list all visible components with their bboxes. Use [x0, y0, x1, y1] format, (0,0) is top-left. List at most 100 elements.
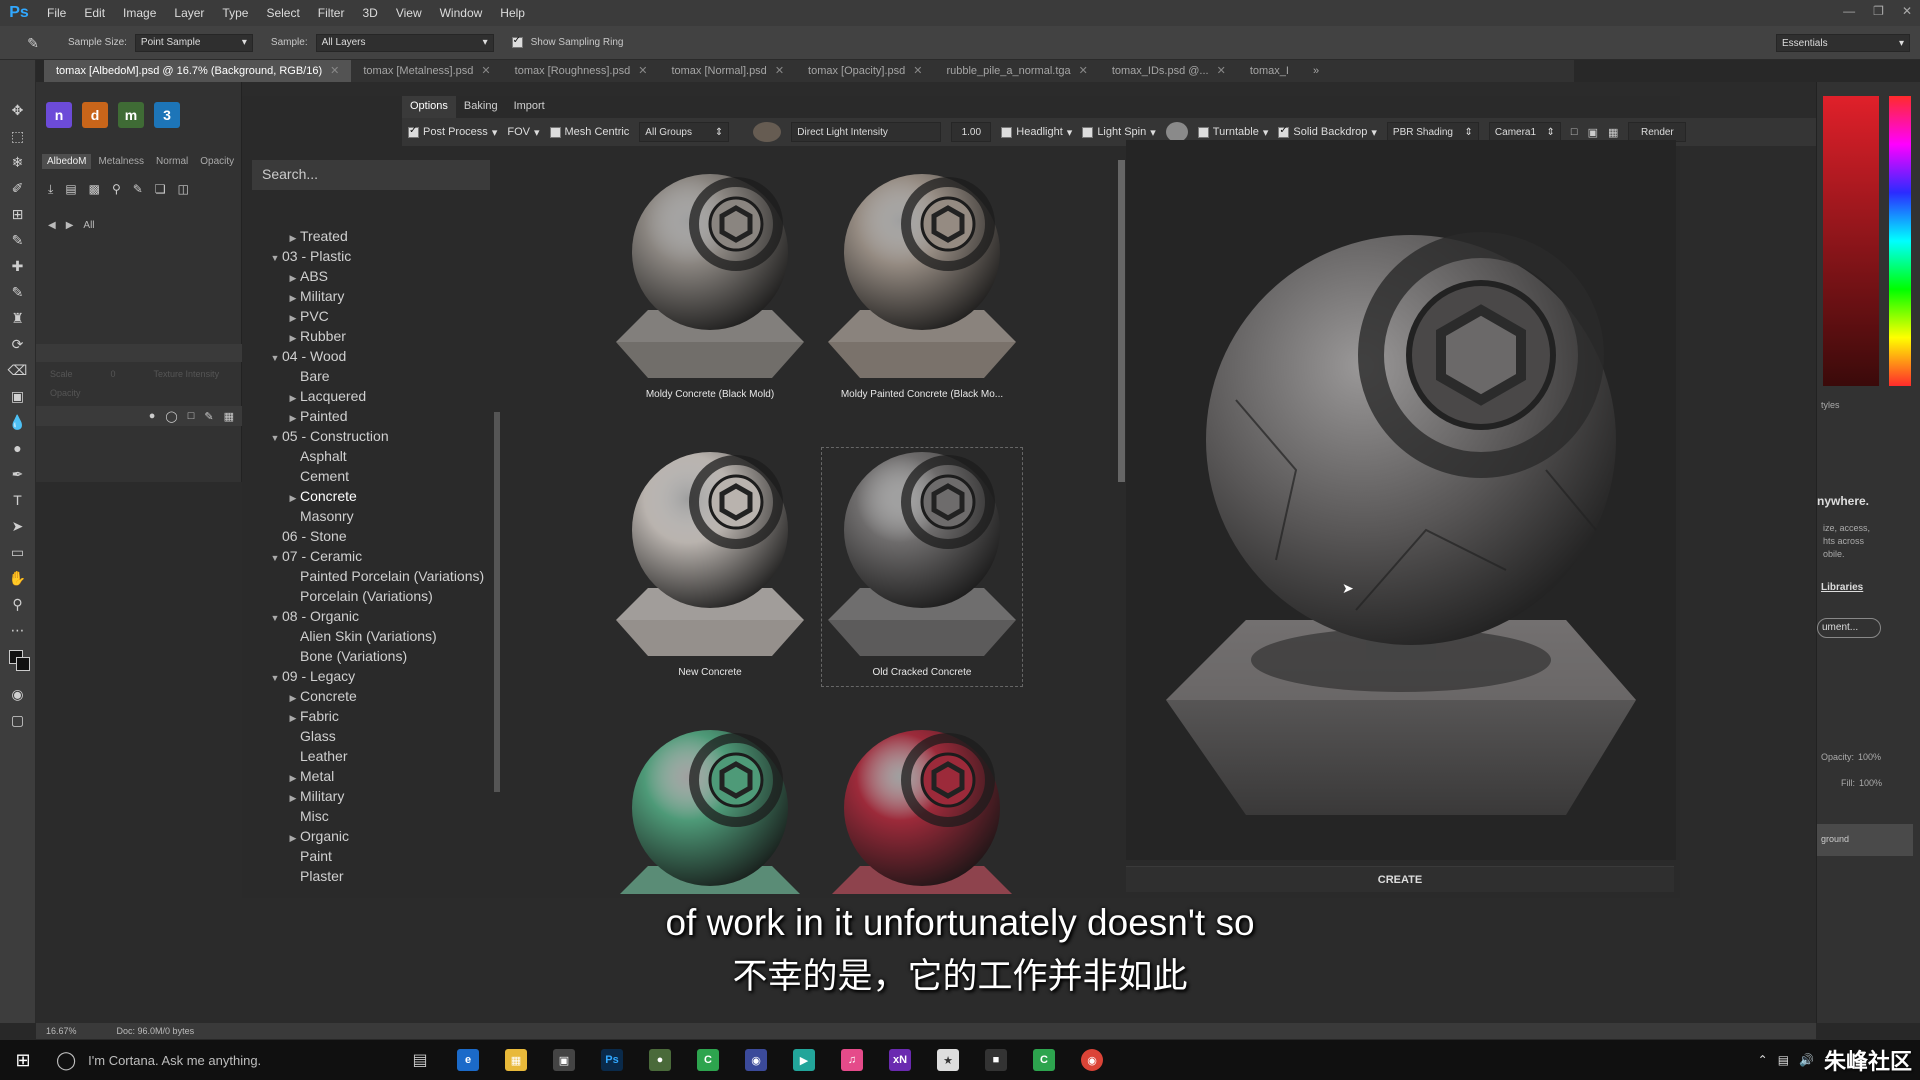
app-icon[interactable]: ▶ — [780, 1040, 828, 1080]
file-icon[interactable]: □ — [188, 410, 195, 422]
caret-right-icon[interactable]: ▶ — [286, 708, 300, 728]
close-icon[interactable]: ✕ — [1217, 65, 1226, 77]
opacity-value[interactable]: 100% — [1858, 752, 1881, 762]
blur-tool-icon[interactable]: 💧 — [7, 412, 29, 432]
tree-item[interactable]: Masonry — [252, 506, 492, 526]
tab-metalness[interactable]: Metalness — [93, 154, 149, 169]
menu-filter[interactable]: Filter — [309, 6, 354, 20]
chrome-icon[interactable]: ◉ — [1068, 1040, 1116, 1080]
3-plugin-icon[interactable]: 3 — [154, 102, 180, 128]
show-sampling-ring-checkbox[interactable] — [511, 35, 523, 48]
caret-right-icon[interactable]: ▶ — [286, 228, 300, 248]
tree-category[interactable]: ▼ 04 - Wood — [252, 346, 492, 366]
tree-category[interactable]: ▼ 05 - Construction — [252, 426, 492, 446]
all-groups-select[interactable]: All Groups ⇕ — [639, 122, 730, 142]
doc-tab[interactable]: tomax [AlbedoM].psd @ 16.7% (Background,… — [44, 60, 352, 82]
color-swatches-icon[interactable] — [7, 646, 30, 678]
headlight-checkbox[interactable] — [1001, 126, 1013, 138]
tab-albedo[interactable]: AlbedoM — [42, 154, 92, 169]
caret-right-icon[interactable]: ▶ — [286, 788, 300, 808]
app-icon[interactable]: ■ — [972, 1040, 1020, 1080]
caret-right-icon[interactable]: ▶ — [286, 768, 300, 788]
camera-select[interactable]: Camera1 ⇕ — [1488, 122, 1561, 142]
zoom-tool-icon[interactable]: ⚲ — [7, 594, 29, 614]
save-icon[interactable]: ▣ — [1588, 126, 1598, 139]
tree-category[interactable]: ▼ 09 - Legacy — [252, 666, 492, 686]
doc-tab[interactable]: tomax [Metalness].psd ✕ — [351, 60, 502, 82]
tree-item[interactable]: Bone (Variations) — [252, 646, 492, 666]
tree-item[interactable]: Leather — [252, 746, 492, 766]
solid-backdrop-checkbox[interactable] — [1278, 125, 1290, 138]
volume-icon[interactable]: 🔊 — [1799, 1053, 1814, 1067]
intensity-input[interactable]: 1.00 — [951, 122, 992, 142]
caret-down-icon[interactable]: ▼ — [268, 668, 282, 688]
color-field[interactable] — [1823, 96, 1879, 386]
tree-item[interactable]: ▶ PVC — [252, 306, 492, 326]
zoom-level[interactable]: 16.67% — [46, 1026, 77, 1036]
search-input[interactable]: Search... — [252, 160, 490, 190]
tree-item[interactable]: Asphalt — [252, 446, 492, 466]
itunes-icon[interactable]: ♫ — [828, 1040, 876, 1080]
caret-right-icon[interactable]: ▶ — [286, 328, 300, 348]
tree-item[interactable]: Paint — [252, 846, 492, 866]
xnview-icon[interactable]: xN — [876, 1040, 924, 1080]
shape-tool-icon[interactable]: ▭ — [7, 542, 29, 562]
mesh-centric-option[interactable]: Mesh Centric — [549, 126, 629, 138]
menu-edit[interactable]: Edit — [75, 6, 114, 20]
brush-tool-icon[interactable]: ✎ — [7, 282, 29, 302]
menu-type[interactable]: Type — [213, 6, 257, 20]
cortana-search[interactable]: ◯ I'm Cortana. Ask me anything. — [46, 1040, 396, 1080]
tree-item[interactable]: Porcelain (Variations) — [252, 586, 492, 606]
material-thumb[interactable]: New Concrete — [610, 448, 810, 686]
app-icon[interactable]: ◉ — [732, 1040, 780, 1080]
turntable-checkbox[interactable] — [1197, 126, 1209, 138]
tree-item[interactable]: Alien Skin (Variations) — [252, 626, 492, 646]
fill-value[interactable]: 100% — [1859, 778, 1882, 788]
tray-chevron-icon[interactable]: ⌃ — [1758, 1053, 1768, 1067]
menu-3d[interactable]: 3D — [353, 6, 386, 20]
move-tool-icon[interactable]: ✥ — [7, 100, 29, 120]
tree-item[interactable]: ▶ Military — [252, 286, 492, 306]
network-icon[interactable]: ▤ — [1778, 1053, 1789, 1067]
tree-category[interactable]: ▼ 03 - Plastic — [252, 246, 492, 266]
healing-brush-icon[interactable]: ✚ — [7, 256, 29, 276]
close-icon[interactable]: ✕ — [638, 65, 647, 77]
menu-image[interactable]: Image — [114, 6, 165, 20]
material-thumb[interactable] — [822, 726, 1022, 894]
crop-tool-icon[interactable]: ⊞ — [7, 204, 29, 224]
solid-backdrop-option[interactable]: Solid Backdrop▾ — [1278, 125, 1377, 139]
sphere-outline-icon[interactable]: ◯ — [165, 410, 177, 423]
tree-item[interactable]: Plaster — [252, 866, 492, 886]
task-view-icon[interactable]: ▤ — [396, 1040, 444, 1080]
close-icon[interactable]: ✕ — [1902, 4, 1912, 18]
create-button[interactable]: CREATE — [1126, 866, 1674, 892]
turntable-option[interactable]: Turntable ▾ — [1197, 126, 1268, 139]
headlight-option[interactable]: Headlight ▾ — [1001, 126, 1072, 139]
tree-item[interactable]: ▶ Fabric — [252, 706, 492, 726]
doc-tab[interactable]: tomax [Roughness].psd ✕ — [503, 60, 660, 82]
material-thumb-selected[interactable]: Old Cracked Concrete — [821, 447, 1023, 687]
mesh-centric-checkbox[interactable] — [549, 126, 561, 138]
tree-item[interactable]: Glass — [252, 726, 492, 746]
more-tabs-icon[interactable]: » — [1301, 60, 1331, 82]
menu-window[interactable]: Window — [431, 6, 492, 20]
tab-import[interactable]: Import — [506, 96, 553, 118]
more-tools-icon[interactable]: ⋯ — [7, 620, 29, 640]
doc-tab[interactable]: tomax_I — [1238, 60, 1301, 82]
caret-right-icon[interactable]: ▶ — [286, 688, 300, 708]
caret-right-icon[interactable]: ▶ — [286, 408, 300, 428]
edge-icon[interactable]: e — [444, 1040, 492, 1080]
tree-item[interactable]: Bare — [252, 366, 492, 386]
caret-down-icon[interactable]: ▼ — [268, 348, 282, 368]
layer-row[interactable]: ground — [1817, 824, 1913, 856]
document-button[interactable]: ument... — [1817, 618, 1881, 638]
new-folder-icon[interactable]: ▤ — [65, 182, 76, 197]
m-plugin-icon[interactable]: m — [118, 102, 144, 128]
close-icon[interactable]: ✕ — [775, 65, 784, 77]
tree-item[interactable]: ▶ Military — [252, 786, 492, 806]
material-thumb[interactable]: Moldy Painted Concrete (Black Mo... — [822, 170, 1022, 408]
light-spin-option[interactable]: Light Spin ▾ — [1082, 126, 1156, 139]
tree-item[interactable]: ▶ ABS — [252, 266, 492, 286]
app-icon[interactable]: ● — [636, 1040, 684, 1080]
tab-baking[interactable]: Baking — [456, 96, 506, 118]
